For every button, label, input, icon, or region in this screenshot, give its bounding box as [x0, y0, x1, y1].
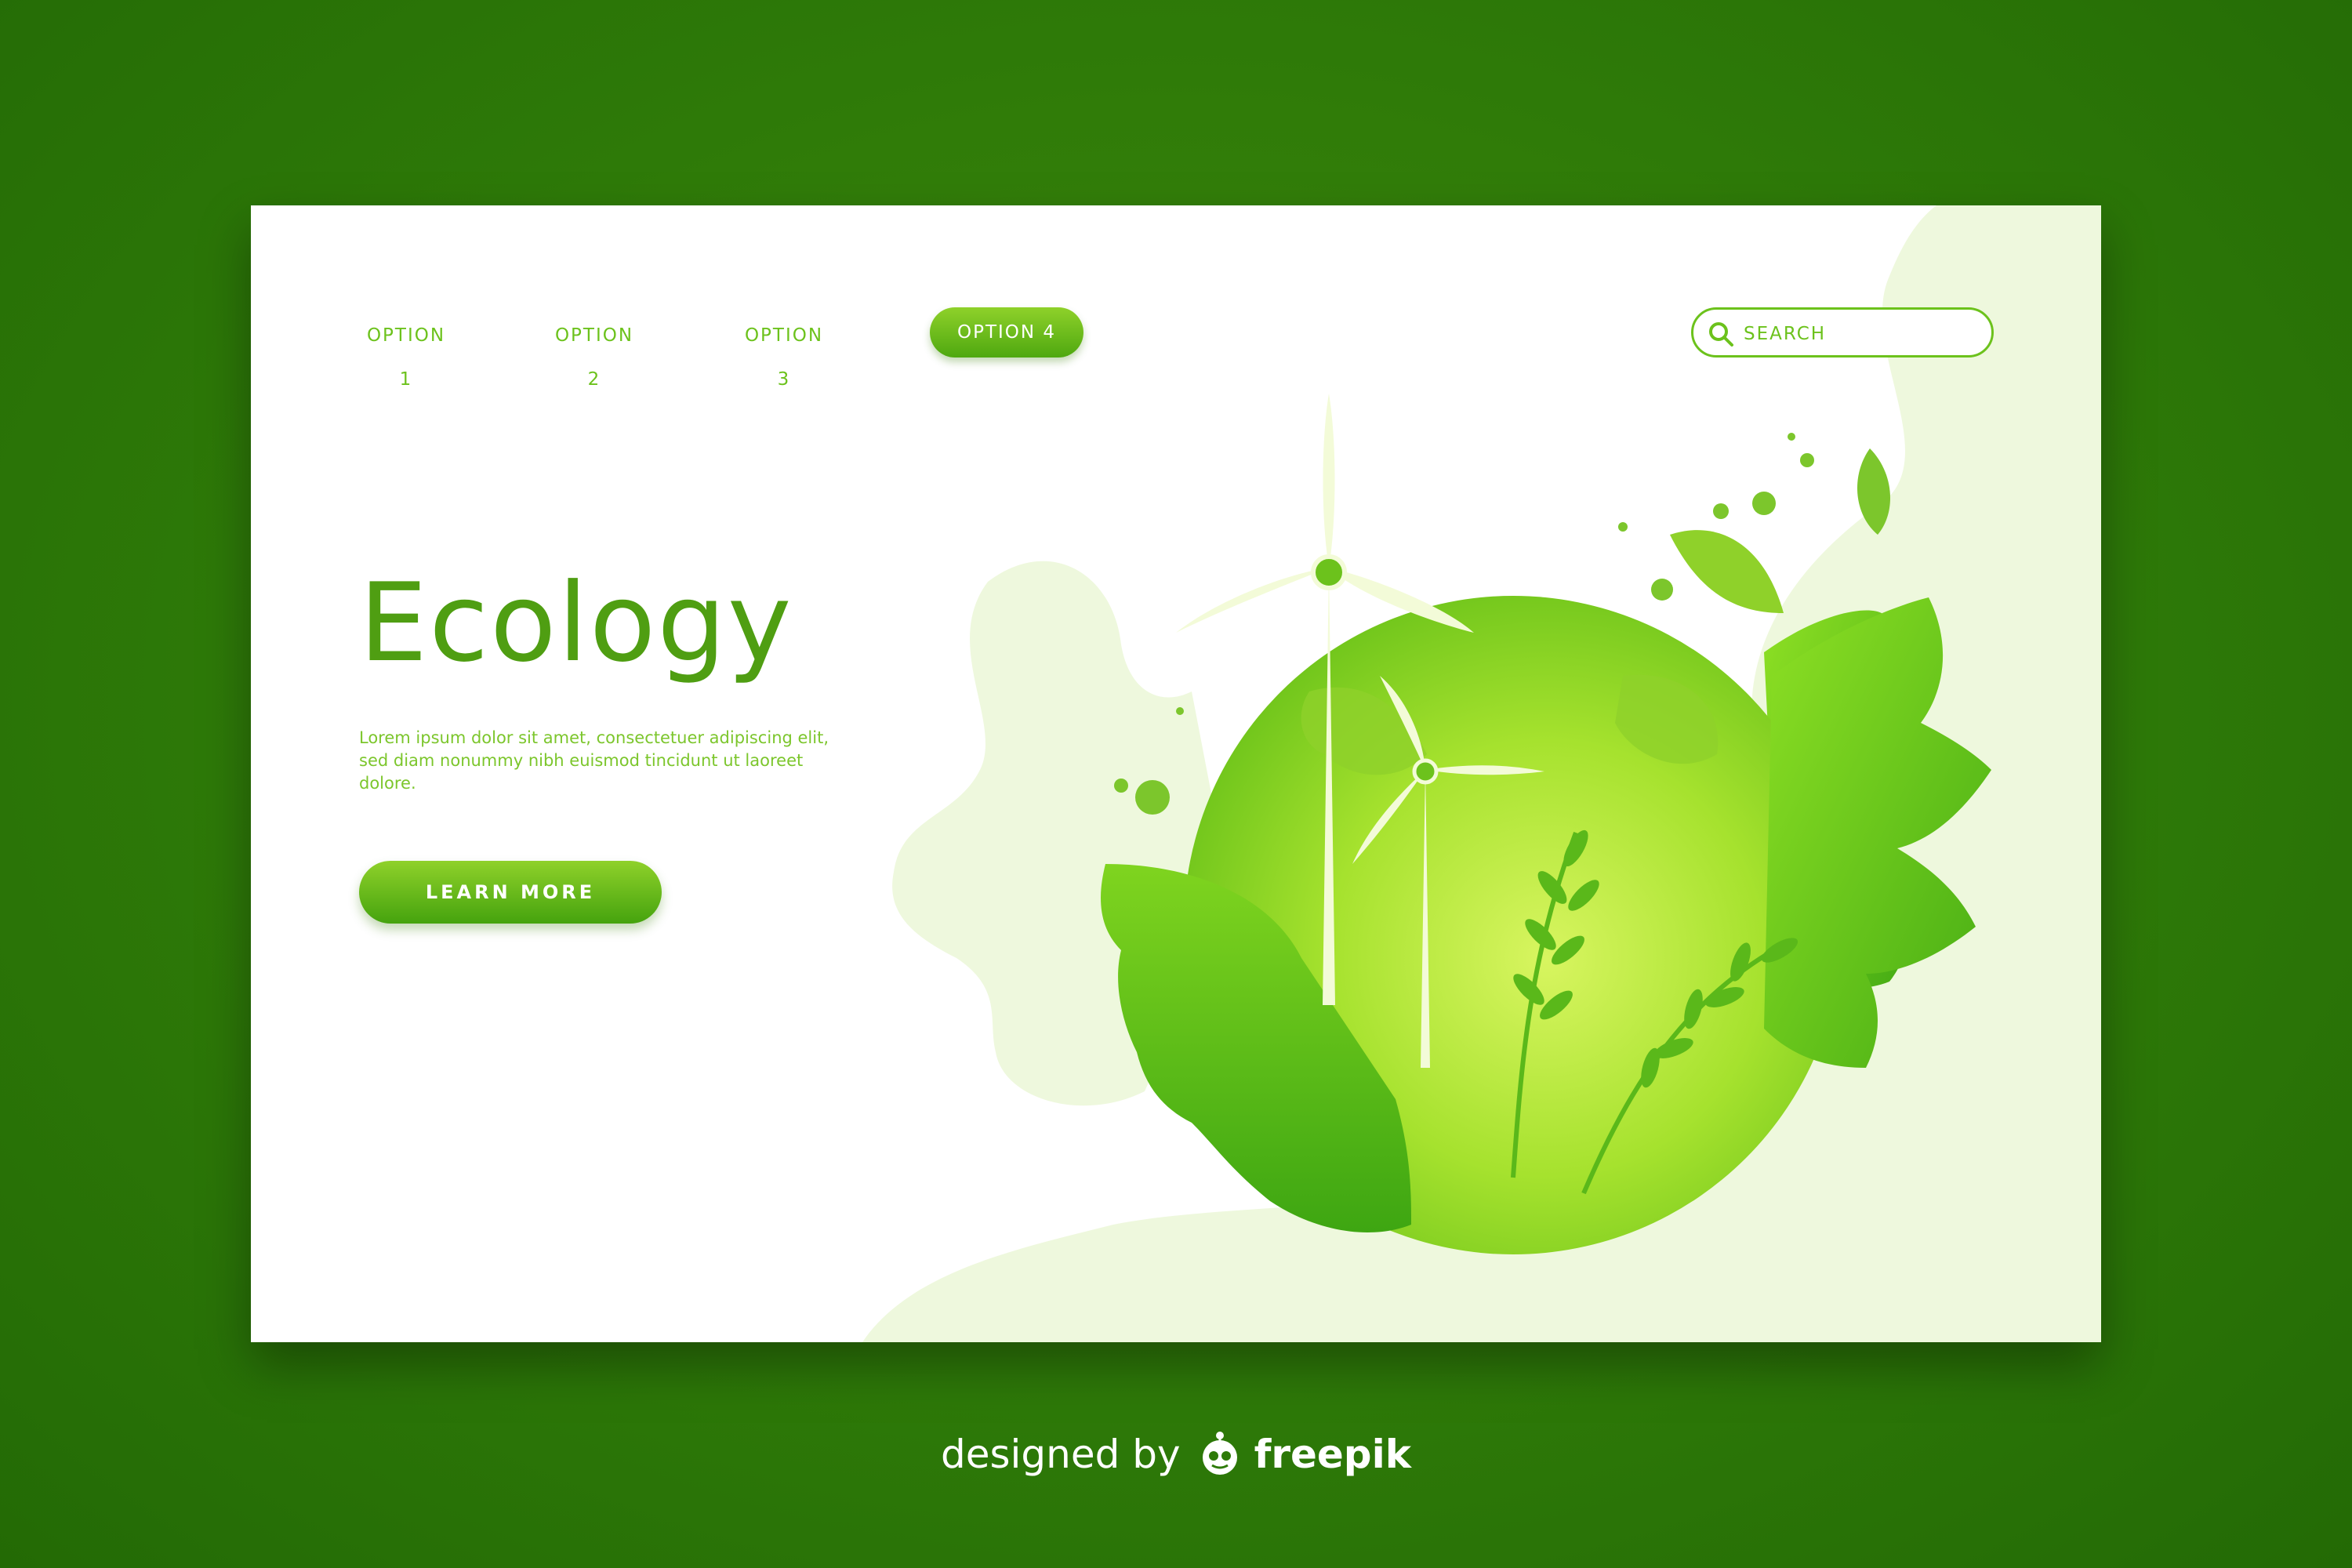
credit-line: designed by freepik: [0, 1423, 2352, 1486]
landing-card: OPTION 1 OPTION 2 OPTION 3 OPTION 4 Ecol…: [251, 205, 2101, 1342]
search-box[interactable]: [1691, 307, 1994, 358]
search-icon: [1709, 322, 1733, 347]
page-title: Ecology: [359, 560, 793, 686]
nav-option-1[interactable]: OPTION 1: [359, 314, 453, 390]
nav-option-3[interactable]: OPTION 3: [737, 314, 831, 390]
learn-more-button[interactable]: LEARN MORE: [359, 861, 662, 924]
nav-option-4[interactable]: OPTION 4: [930, 307, 1083, 358]
small-monstera-icon: [1670, 530, 1784, 613]
nav-option-2[interactable]: OPTION 2: [547, 314, 641, 390]
search-input[interactable]: [1742, 316, 1980, 352]
credit-prefix: designed by: [940, 1432, 1181, 1477]
freepik-logo-icon: [1202, 1432, 1237, 1475]
credit-brand[interactable]: freepik: [1254, 1432, 1411, 1477]
hero-description: Lorem ipsum dolor sit amet, consectetuer…: [359, 728, 829, 793]
